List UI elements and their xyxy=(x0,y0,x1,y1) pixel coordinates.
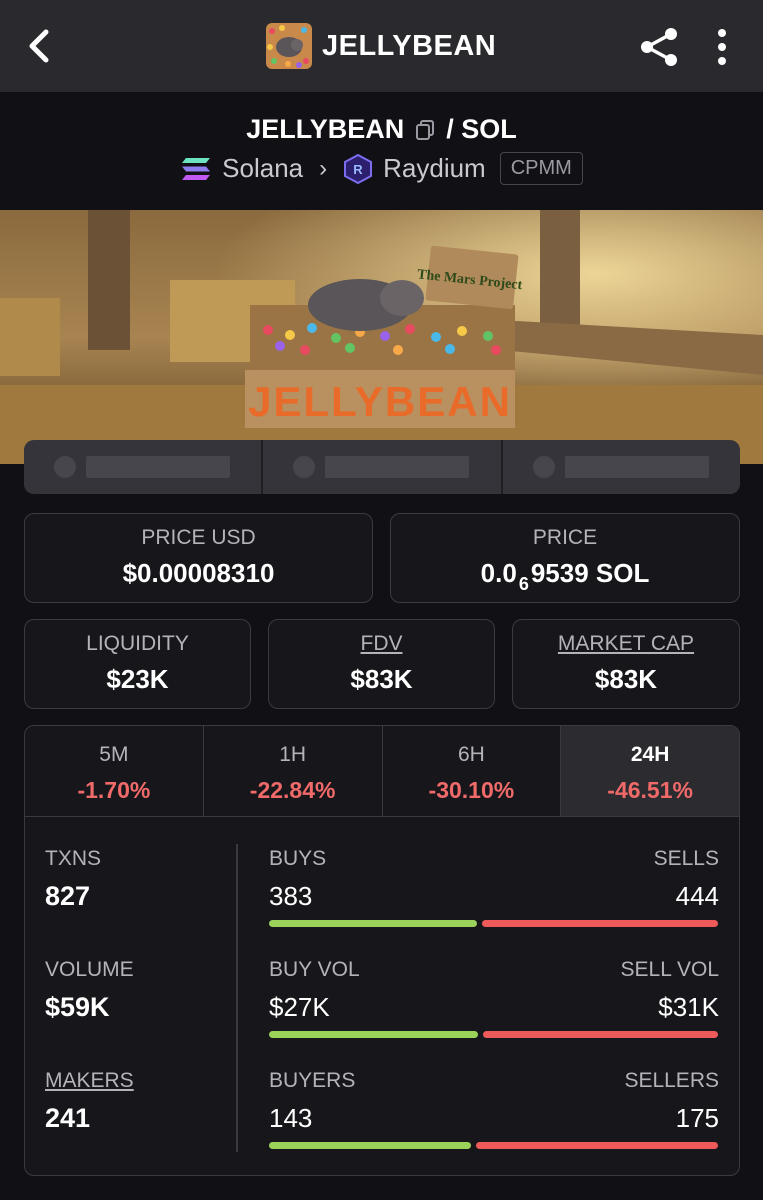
share-icon[interactable] xyxy=(638,26,680,68)
app-bar: JELLYBEAN xyxy=(0,0,763,92)
tab-label: 24H xyxy=(630,743,670,766)
link-label-placeholder xyxy=(564,456,709,478)
svg-text:R: R xyxy=(353,162,363,177)
tab-label: 5M xyxy=(99,743,129,766)
buy-vol-bar xyxy=(269,1031,478,1038)
liquidity-label: LIQUIDITY xyxy=(86,632,189,655)
token-banner-image: The Mars Project JELLYBEAN xyxy=(0,210,763,464)
chain-name[interactable]: Solana xyxy=(222,153,303,184)
solana-icon xyxy=(182,157,211,180)
pool-type-badge: CPMM xyxy=(499,152,583,185)
token-logo xyxy=(266,23,312,69)
link-icon xyxy=(532,456,555,478)
volume-value: $59K xyxy=(45,992,110,1022)
buyers-value: 143 xyxy=(269,1103,313,1133)
tab-label: 1H xyxy=(279,743,307,766)
tab-24h[interactable]: 24H -46.51% xyxy=(561,726,739,816)
sell-vol-label: SELL VOL xyxy=(620,958,719,981)
txn-stats-panel: 5M -1.70% 1H -22.84% 6H -30.10% 24H -46.… xyxy=(24,725,740,1176)
chain-breadcrumb: Solana › R Raydium CPMM xyxy=(0,152,763,185)
price-native-value: 0.0 69539 SOL xyxy=(391,558,739,594)
more-vertical-icon[interactable] xyxy=(708,26,736,68)
column-divider xyxy=(236,844,238,1152)
price-usd-card: PRICE USD $0.00008310 xyxy=(24,513,373,603)
buy-vol-label: BUY VOL xyxy=(269,958,360,981)
link-label-placeholder xyxy=(325,456,470,478)
app-title: JELLYBEAN xyxy=(322,29,497,62)
price-native-label: PRICE xyxy=(532,526,598,549)
tab-5m[interactable]: 5M -1.70% xyxy=(25,726,204,816)
buyers-bar xyxy=(269,1142,471,1149)
fdv-label[interactable]: FDV xyxy=(269,632,494,656)
sellers-value: 175 xyxy=(675,1103,719,1133)
buys-value: 383 xyxy=(269,881,313,911)
sells-bar xyxy=(482,920,718,927)
link-label-placeholder xyxy=(86,456,230,478)
social-link[interactable] xyxy=(503,440,740,494)
social-link[interactable] xyxy=(24,440,264,494)
link-icon xyxy=(54,456,76,478)
buys-bar xyxy=(269,920,477,927)
sellers-label: SELLERS xyxy=(624,1069,719,1092)
txns-value: 827 xyxy=(45,881,91,911)
social-link[interactable] xyxy=(263,440,503,494)
price-suffix: 9539 SOL xyxy=(530,558,650,588)
copy-icon[interactable] xyxy=(414,119,436,141)
price-change: -22.84% xyxy=(249,777,336,803)
crate-text: JELLYBEAN xyxy=(248,378,512,425)
raydium-icon: R xyxy=(344,153,373,184)
pair-title: JELLYBEAN / SOL xyxy=(0,114,763,145)
app-title-group: JELLYBEAN xyxy=(266,22,496,70)
timeframe-tabs: 5M -1.70% 1H -22.84% 6H -30.10% 24H -46.… xyxy=(25,726,739,817)
price-zero-count: 6 xyxy=(518,574,529,594)
pair-header: JELLYBEAN / SOL Solana › R Raydium CPMM xyxy=(0,92,763,210)
fdv-value: $83K xyxy=(350,664,413,694)
tab-1h[interactable]: 1H -22.84% xyxy=(203,726,383,816)
tab-label: 6H xyxy=(457,743,485,766)
price-change: -1.70% xyxy=(77,777,151,803)
price-native-card: PRICE 0.0 69539 SOL xyxy=(390,513,740,603)
sell-vol-value: $31K xyxy=(658,992,719,1022)
base-token: JELLYBEAN xyxy=(246,114,405,144)
liquidity-value: $23K xyxy=(106,664,169,694)
market-cap-label[interactable]: MARKET CAP xyxy=(513,632,739,656)
fdv-card[interactable]: FDV $83K xyxy=(268,619,495,709)
quote-token: / SOL xyxy=(446,114,517,144)
sell-vol-bar xyxy=(483,1031,718,1038)
dex-name[interactable]: Raydium xyxy=(383,153,486,184)
sells-value: 444 xyxy=(675,881,719,911)
price-change: -46.51% xyxy=(607,777,693,803)
tab-6h[interactable]: 6H -30.10% xyxy=(382,726,562,816)
buyers-label: BUYERS xyxy=(269,1069,356,1092)
social-links-bar xyxy=(24,440,740,494)
buy-vol-value: $27K xyxy=(269,992,330,1022)
buys-label: BUYS xyxy=(269,847,327,870)
chevron-right-icon: › xyxy=(319,154,328,182)
price-prefix: 0.0 xyxy=(480,558,517,588)
market-cap-card[interactable]: MARKET CAP $83K xyxy=(512,619,740,709)
back-arrow-icon[interactable] xyxy=(22,26,58,66)
sells-label: SELLS xyxy=(653,847,719,870)
makers-value: 241 xyxy=(45,1103,91,1133)
makers-label[interactable]: MAKERS xyxy=(45,1069,134,1093)
liquidity-card: LIQUIDITY $23K xyxy=(24,619,251,709)
link-icon xyxy=(293,456,316,478)
market-cap-value: $83K xyxy=(594,664,658,694)
price-usd-label: PRICE USD xyxy=(141,526,256,549)
txns-label: TXNS xyxy=(45,847,102,870)
price-change: -30.10% xyxy=(428,777,515,803)
sellers-bar xyxy=(476,1142,718,1149)
volume-label: VOLUME xyxy=(45,958,134,981)
price-usd-value: $0.00008310 xyxy=(122,558,275,588)
